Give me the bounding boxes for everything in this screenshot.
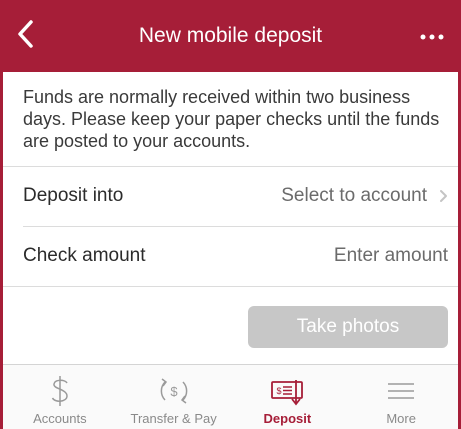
check-amount-input[interactable]: Enter amount bbox=[334, 245, 448, 267]
deposit-check-icon: $ bbox=[270, 375, 304, 407]
svg-text:$: $ bbox=[277, 386, 282, 396]
app-screen: New mobile deposit Funds are normally re… bbox=[0, 0, 461, 429]
tab-transfer-pay[interactable]: $ Transfer & Pay bbox=[117, 365, 231, 429]
deposit-into-row[interactable]: Deposit into Select to account bbox=[3, 167, 458, 225]
deposit-into-label: Deposit into bbox=[23, 185, 124, 206]
tab-label: More bbox=[386, 411, 416, 426]
bottom-tab-bar: Accounts $ Transfer & Pay $ Deposit More bbox=[3, 364, 458, 429]
dollar-icon bbox=[49, 375, 71, 407]
divider bbox=[3, 286, 458, 287]
check-amount-label: Check amount bbox=[23, 245, 146, 266]
take-photos-button[interactable]: Take photos bbox=[248, 306, 448, 348]
header-bar: New mobile deposit bbox=[3, 0, 458, 72]
tab-more[interactable]: More bbox=[344, 365, 458, 429]
info-message: Funds are normally received within two b… bbox=[23, 87, 440, 151]
tab-label: Accounts bbox=[33, 411, 87, 426]
more-dots-icon bbox=[420, 27, 444, 45]
tab-accounts[interactable]: Accounts bbox=[3, 365, 117, 429]
page-title: New mobile deposit bbox=[138, 24, 323, 47]
check-amount-row[interactable]: Check amount Enter amount bbox=[3, 227, 458, 285]
tab-deposit[interactable]: $ Deposit bbox=[231, 365, 345, 429]
svg-text:$: $ bbox=[170, 384, 178, 399]
transfer-pay-icon: $ bbox=[156, 375, 192, 407]
menu-lines-icon bbox=[387, 375, 415, 407]
tab-label: Transfer & Pay bbox=[130, 411, 217, 426]
more-options-button[interactable] bbox=[417, 26, 447, 46]
tab-label: Deposit bbox=[263, 411, 312, 426]
chevron-right-icon bbox=[439, 189, 448, 203]
deposit-into-value: Select to account bbox=[281, 185, 427, 206]
